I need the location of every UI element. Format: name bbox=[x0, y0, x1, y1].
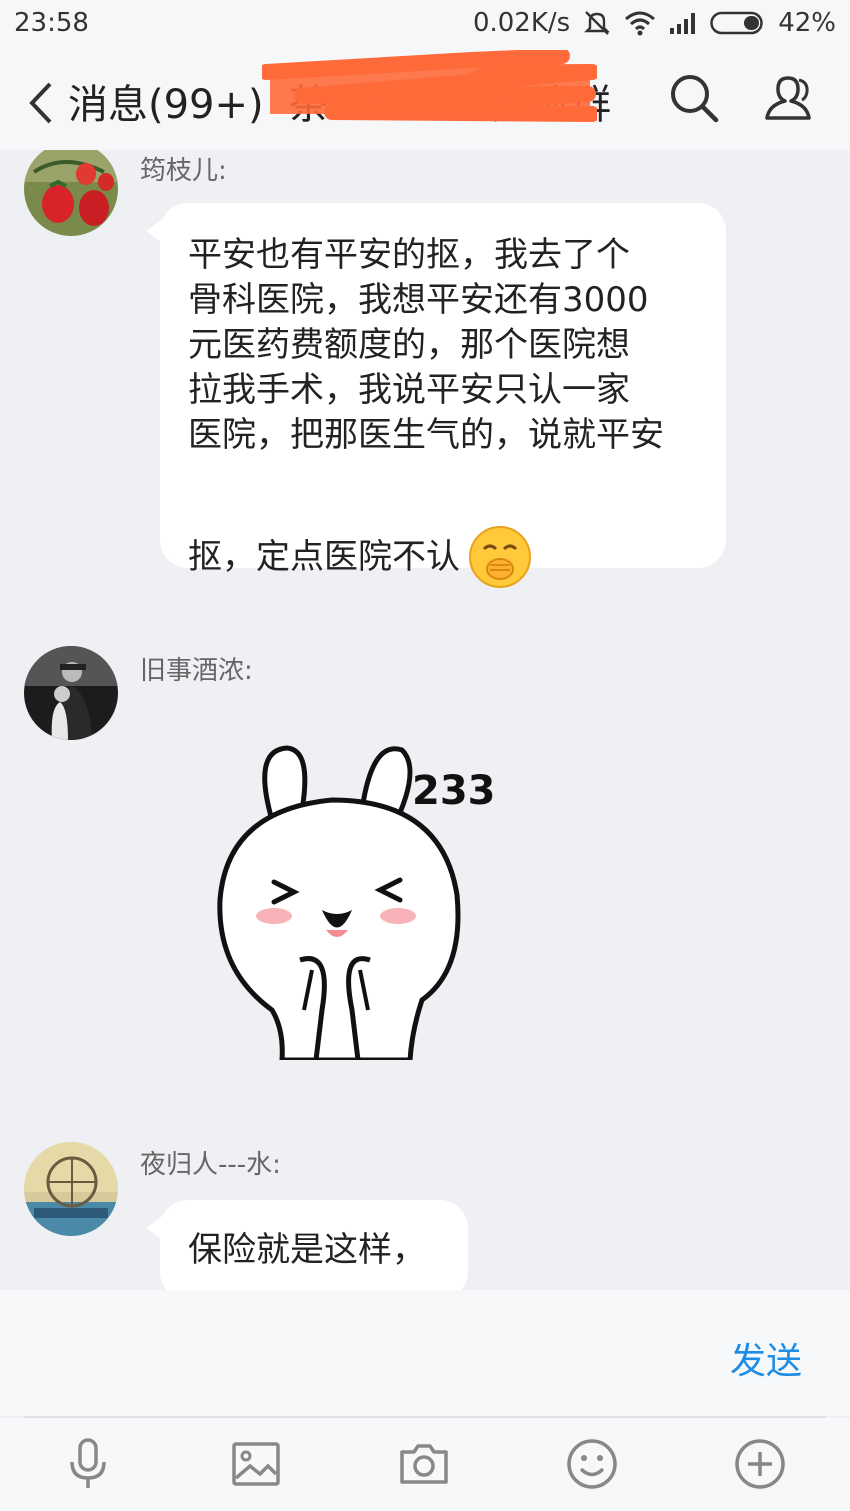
emoji-icon[interactable] bbox=[564, 1436, 620, 1492]
message-line: 平安也有平安的抠，我去了个 bbox=[188, 235, 630, 275]
message-input-bar[interactable]: 发送 bbox=[0, 1290, 850, 1416]
redaction-scribble bbox=[262, 50, 597, 122]
ferris-wheel-avatar-image bbox=[24, 1142, 118, 1236]
clock: 23:58 bbox=[14, 8, 89, 38]
send-button[interactable]: 发送 bbox=[730, 1332, 802, 1384]
message-line: 拉我手术，我说平安只认一家 bbox=[188, 370, 630, 410]
group-members-icon[interactable] bbox=[762, 72, 814, 124]
strawberry-avatar-image bbox=[24, 150, 118, 236]
input-toolbar bbox=[0, 1418, 850, 1511]
sender-name: 旧事酒浓: bbox=[140, 656, 253, 686]
network-speed: 0.02K/s bbox=[472, 8, 571, 38]
image-icon[interactable] bbox=[228, 1436, 284, 1492]
mute-bell-icon bbox=[584, 11, 611, 35]
sender-name: 筠枝儿: bbox=[140, 156, 227, 186]
chat-messages[interactable]: 筠枝儿: 平安也有平安的抠，我去了个 骨科医院，我想平安还有3000 元医药费额… bbox=[0, 150, 850, 1290]
message-bubble[interactable]: 保险就是这样， bbox=[146, 1200, 468, 1290]
message-text: 保险就是这样， bbox=[188, 1230, 426, 1270]
search-icon[interactable] bbox=[668, 72, 720, 124]
back-chevron-icon[interactable] bbox=[22, 78, 62, 128]
chat-header: 消息(99+) 茶 交流群 bbox=[0, 50, 850, 150]
couple-photo-avatar-image bbox=[24, 646, 118, 740]
message-line: 抠，定点医院不认 bbox=[188, 536, 460, 577]
signal-icon bbox=[670, 13, 696, 34]
avatar[interactable] bbox=[24, 646, 118, 740]
camera-icon[interactable] bbox=[396, 1436, 452, 1492]
message-line: 元医药费额度的，那个医院想 bbox=[188, 325, 630, 365]
avatar[interactable] bbox=[24, 150, 118, 236]
laughing-rabbit-sticker-image[interactable]: 233 bbox=[212, 730, 512, 1060]
sender-name: 夜归人---水: bbox=[140, 1150, 281, 1180]
wifi-icon bbox=[625, 11, 656, 36]
message-line: 骨科医院，我想平安还有3000 bbox=[188, 280, 649, 320]
avatar[interactable] bbox=[24, 1142, 118, 1236]
status-bar: 23:58 0.02K/s 42% bbox=[0, 0, 850, 50]
message-bubble[interactable]: 平安也有平安的抠，我去了个 骨科医院，我想平安还有3000 元医药费额度的，那个… bbox=[146, 203, 726, 588]
battery-icon bbox=[710, 11, 763, 35]
plus-icon[interactable] bbox=[732, 1436, 788, 1492]
battery-level: 42% bbox=[778, 8, 836, 38]
microphone-icon[interactable] bbox=[60, 1436, 116, 1492]
sticker-text: 233 bbox=[412, 768, 496, 814]
message-line: 医院，把那医生气的，说就平安 bbox=[188, 415, 664, 455]
laughing-covering-mouth-emoji-icon bbox=[469, 526, 531, 588]
